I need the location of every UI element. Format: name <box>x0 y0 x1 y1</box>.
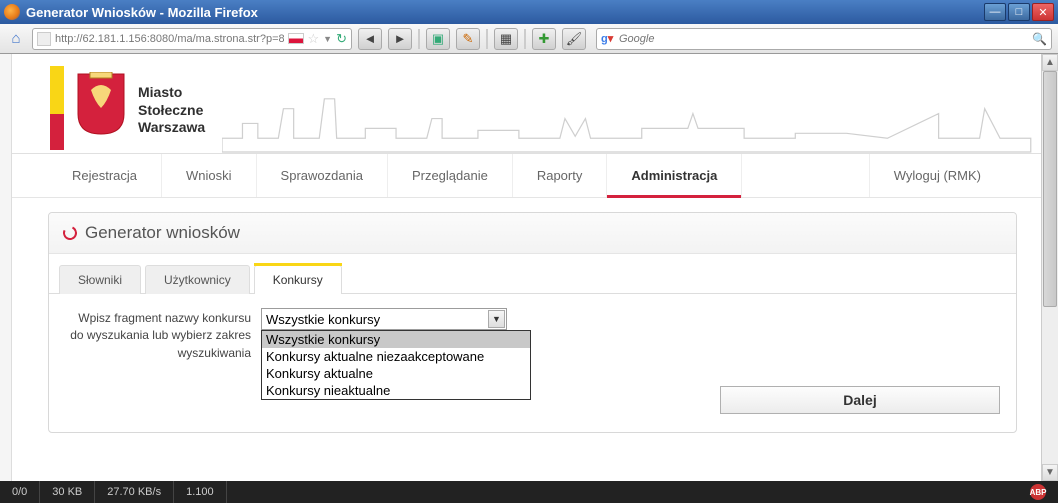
nav-raporty[interactable]: Raporty <box>513 154 608 197</box>
skyline-decoration <box>222 89 1041 153</box>
dalej-button[interactable]: Dalej <box>720 386 1000 414</box>
status-adblock-icon[interactable]: ABP <box>1018 481 1058 503</box>
tool-button-2[interactable]: ✎ <box>456 28 480 50</box>
url-input[interactable] <box>55 33 284 45</box>
back-button[interactable]: ◄ <box>358 28 382 50</box>
panel-ring-icon <box>61 224 79 242</box>
chevron-down-icon: ▼ <box>488 310 505 328</box>
minimize-button[interactable]: — <box>984 3 1006 21</box>
page-icon <box>37 32 51 46</box>
panel-header: Generator wniosków <box>49 213 1016 254</box>
nav-przegladanie[interactable]: Przeglądanie <box>388 154 513 197</box>
reload-icon[interactable]: ↻ <box>336 31 347 47</box>
vertical-scrollbar[interactable]: ▲ ▼ <box>1041 54 1058 481</box>
panel-title: Generator wniosków <box>85 223 240 243</box>
forward-button[interactable]: ► <box>388 28 412 50</box>
search-icon[interactable]: 🔍 <box>1032 32 1047 46</box>
tool-button-5[interactable]: 🖌 <box>562 28 586 50</box>
subtab-slowniki[interactable]: Słowniki <box>59 265 141 294</box>
scrollbar-thumb[interactable] <box>1043 71 1057 307</box>
status-size: 30 KB <box>40 481 95 503</box>
nav-wnioski[interactable]: Wnioski <box>162 154 257 197</box>
sub-nav: Słowniki Użytkownicy Konkursy <box>49 254 1016 294</box>
main-nav: Rejestracja Wnioski Sprawozdania Przeglą… <box>12 154 1041 198</box>
nav-administracja[interactable]: Administracja <box>607 154 742 197</box>
main-panel: Generator wniosków Słowniki Użytkownicy … <box>48 212 1017 433</box>
google-icon: g▾ <box>601 32 615 46</box>
firefox-icon <box>4 4 20 20</box>
close-button[interactable]: ✕ <box>1032 3 1054 21</box>
subtab-uzytkownicy[interactable]: Użytkownicy <box>145 265 250 294</box>
page-header: Miasto Stołeczne Warszawa <box>12 54 1041 154</box>
status-zoom: 1.100 <box>174 481 227 503</box>
nav-rejestracja[interactable]: Rejestracja <box>48 154 162 197</box>
konkurs-select[interactable]: Wszystkie konkursy ▼ <box>261 308 507 330</box>
scroll-down-icon[interactable]: ▼ <box>1042 464 1058 481</box>
option-2[interactable]: Konkursy aktualne <box>262 365 530 382</box>
status-position: 0/0 <box>0 481 40 503</box>
tool-button-4[interactable]: ✚ <box>532 28 556 50</box>
bookmark-star-icon[interactable]: ☆ <box>308 31 320 47</box>
maximize-button[interactable]: □ <box>1008 3 1030 21</box>
option-3[interactable]: Konkursy nieaktualne <box>262 382 530 399</box>
tool-button-3[interactable]: ▦ <box>494 28 518 50</box>
select-value: Wszystkie konkursy <box>266 312 380 327</box>
nav-logout[interactable]: Wyloguj (RMK) <box>870 154 1005 197</box>
nav-sprawozdania[interactable]: Sprawozdania <box>257 154 388 197</box>
url-bar[interactable]: ☆ ▼ ↻ <box>32 28 352 50</box>
form-label: Wpisz fragment nazwy konkursu do wyszuka… <box>65 308 251 362</box>
brand-line2: Stołeczne <box>138 102 205 120</box>
konkurs-dropdown: Wszystkie konkursy Konkursy aktualne nie… <box>261 330 531 400</box>
subtab-konkursy[interactable]: Konkursy <box>254 265 342 294</box>
option-0[interactable]: Wszystkie konkursy <box>262 331 530 348</box>
brand-line3: Warszawa <box>138 119 205 137</box>
url-dropdown-icon[interactable]: ▼ <box>323 34 332 44</box>
tool-button-1[interactable]: ▣ <box>426 28 450 50</box>
warsaw-crest-icon <box>76 72 126 136</box>
statusbar: 0/0 30 KB 27.70 KB/s 1.100 ABP <box>0 481 1058 503</box>
search-box[interactable]: g▾ 🔍 <box>596 28 1052 50</box>
brand-text: Miasto Stołeczne Warszawa <box>138 84 205 137</box>
home-icon[interactable]: ⌂ <box>6 29 26 49</box>
toolbar: ⌂ ☆ ▼ ↻ ◄ ► ▣ ✎ ▦ ✚ 🖌 g▾ 🔍 <box>0 24 1058 54</box>
window-title: Generator Wniosków - Mozilla Firefox <box>26 5 984 20</box>
scroll-up-icon[interactable]: ▲ <box>1042 54 1058 71</box>
titlebar: Generator Wniosków - Mozilla Firefox — □… <box>0 0 1058 24</box>
flag-poland-icon <box>288 33 304 44</box>
search-input[interactable] <box>619 33 1028 45</box>
option-1[interactable]: Konkursy aktualne niezaakceptowane <box>262 348 530 365</box>
ruler <box>0 54 12 481</box>
brand-line1: Miasto <box>138 84 205 102</box>
status-speed: 27.70 KB/s <box>95 481 174 503</box>
